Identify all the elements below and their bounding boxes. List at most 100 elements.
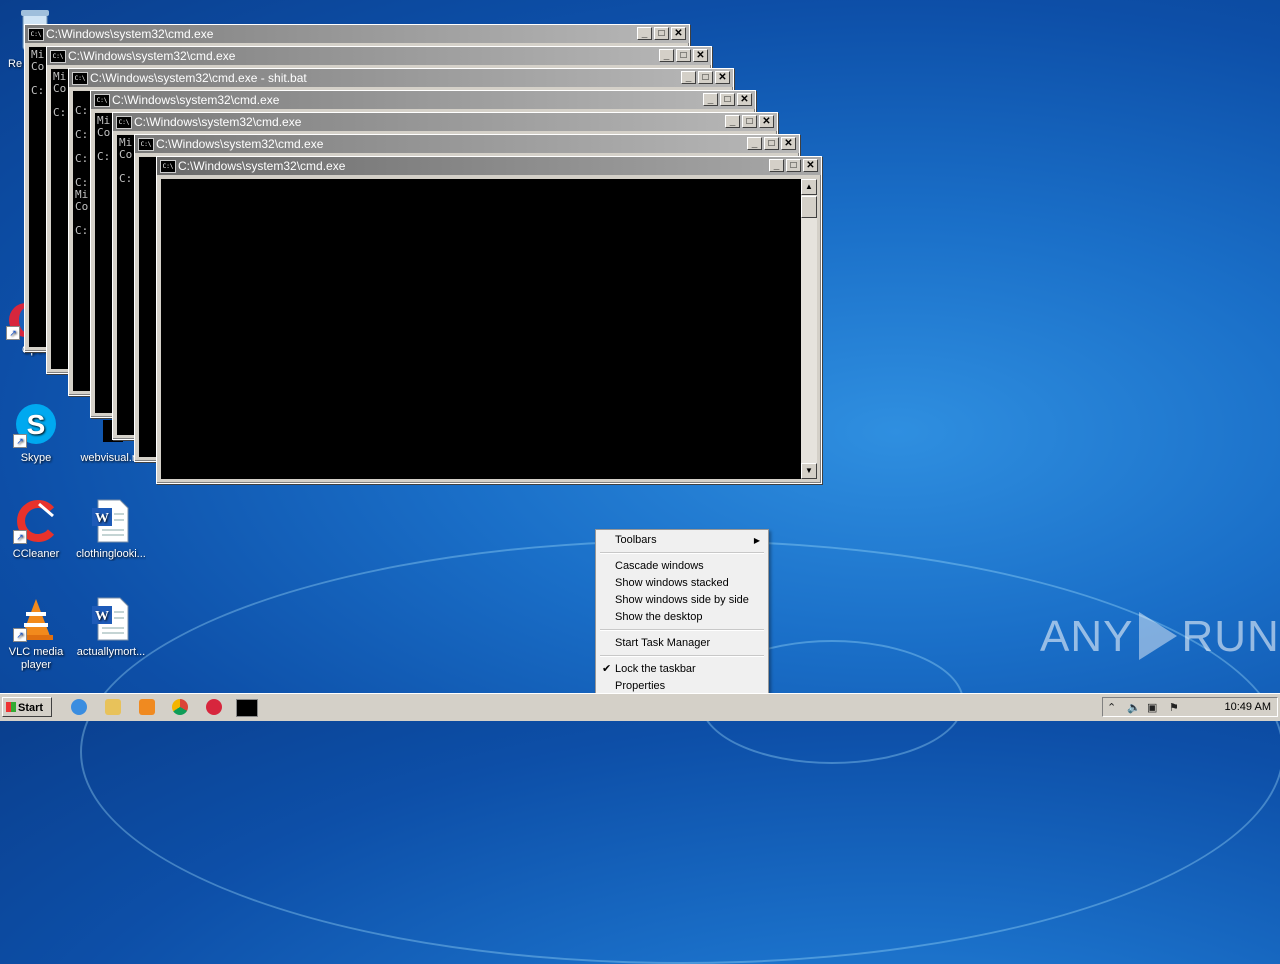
maximize-button[interactable]: □ (720, 93, 735, 106)
cmd-taskbar-icon[interactable] (236, 699, 258, 717)
vlc-icon: ↗ (13, 596, 59, 642)
window-titlebar[interactable]: C:\ C:\Windows\system32\cmd.exe _ □ ✕ (47, 47, 711, 65)
close-button[interactable]: ✕ (737, 93, 752, 106)
desktop-icon-label: webvisual.r (80, 452, 136, 464)
desktop-icon-label: CCleaner (12, 548, 60, 560)
window-title: C:\Windows\system32\cmd.exe (178, 159, 346, 173)
cmd-icon: C:\ (94, 94, 110, 107)
menu-item-start-task-manager[interactable]: Start Task Manager (598, 635, 766, 652)
menu-item-show-windows-side-by-side[interactable]: Show windows side by side (598, 592, 766, 609)
maximize-button[interactable]: □ (654, 27, 669, 40)
volume-icon[interactable]: 🔈 (1127, 701, 1141, 714)
close-button[interactable]: ✕ (671, 27, 686, 40)
menu-item-show-the-desktop[interactable]: Show the desktop (598, 609, 766, 626)
window-title: C:\Windows\system32\cmd.exe (112, 93, 280, 107)
desktop-icon-label: clothinglooki... (76, 548, 146, 560)
system-tray: ⌃ 🔈 ▣ ⚑ 10:49 AM (1102, 697, 1278, 717)
window-titlebar[interactable]: C:\ C:\Windows\system32\cmd.exe _ □ ✕ (113, 113, 777, 131)
play-logo-icon (1139, 612, 1178, 661)
shortcut-arrow-icon: ↗ (13, 530, 27, 544)
skype-icon: S ↗ (13, 402, 59, 448)
close-button[interactable]: ✕ (781, 137, 796, 150)
close-button[interactable]: ✕ (803, 159, 818, 172)
ccleaner-icon: ↗ (13, 498, 59, 544)
start-label: Start (18, 702, 44, 714)
desktop-icon-actually-doc[interactable]: W actuallymort... (76, 596, 146, 659)
window-titlebar[interactable]: C:\ C:\Windows\system32\cmd.exe _ □ ✕ (25, 25, 689, 43)
menu-item-show-windows-stacked[interactable]: Show windows stacked (598, 575, 766, 592)
shortcut-arrow-icon: ↗ (13, 434, 27, 448)
maximize-button[interactable]: □ (764, 137, 779, 150)
menu-item-label: Lock the taskbar (615, 663, 696, 675)
checkmark-icon: ✔ (602, 663, 612, 675)
taskbar[interactable]: Start ⌃ 🔈 ▣ ⚑ 10:49 AM (0, 693, 1280, 721)
scroll-down-button[interactable]: ▼ (801, 463, 817, 479)
maximize-button[interactable]: □ (786, 159, 801, 172)
desktop-icon-label: VLC media player (8, 646, 64, 671)
console-output[interactable] (161, 179, 801, 479)
close-button[interactable]: ✕ (759, 115, 774, 128)
menu-item-label: Start Task Manager (615, 637, 711, 649)
minimize-button[interactable]: _ (703, 93, 718, 106)
menu-separator (600, 629, 764, 631)
maximize-button[interactable]: □ (698, 71, 713, 84)
desktop-icon-vlc[interactable]: ↗ VLC media player (1, 596, 71, 672)
maximize-button[interactable]: □ (676, 49, 691, 62)
minimize-button[interactable]: _ (637, 27, 652, 40)
start-button[interactable]: Start (2, 697, 52, 717)
desktop-icon-ccleaner[interactable]: ↗ CCleaner (1, 498, 71, 561)
folder-icon[interactable] (105, 699, 121, 715)
cmd-icon: C:\ (160, 160, 176, 173)
window-titlebar[interactable]: C:\ C:\Windows\system32\cmd.exe _ □ ✕ (135, 135, 799, 153)
minimize-button[interactable]: _ (747, 137, 762, 150)
desktop-icon-label: Skype (20, 452, 52, 464)
close-button[interactable]: ✕ (715, 71, 730, 84)
menu-item-label: Show windows stacked (615, 577, 729, 589)
close-button[interactable]: ✕ (693, 49, 708, 62)
menu-item-toolbars[interactable]: Toolbars ▶ (598, 532, 766, 549)
network-icon[interactable]: ▣ (1147, 701, 1157, 714)
window-titlebar[interactable]: C:\ C:\Windows\system32\cmd.exe _ □ ✕ (91, 91, 755, 109)
desktop-icon-label: actuallymort... (76, 646, 146, 658)
cmd-icon: C:\ (28, 28, 44, 41)
window-title: C:\Windows\system32\cmd.exe (156, 137, 324, 151)
menu-item-cascade-windows[interactable]: Cascade windows (598, 558, 766, 575)
taskbar-context-menu: Toolbars ▶ Cascade windows Show windows … (595, 529, 769, 698)
submenu-arrow-icon: ▶ (753, 536, 760, 545)
minimize-button[interactable]: _ (659, 49, 674, 62)
chrome-icon[interactable] (172, 699, 188, 715)
clock[interactable]: 10:49 AM (1225, 701, 1271, 713)
menu-separator (600, 655, 764, 657)
minimize-button[interactable]: _ (681, 71, 696, 84)
window-title: C:\Windows\system32\cmd.exe (46, 27, 214, 41)
cmd-icon: C:\ (138, 138, 154, 151)
window-titlebar[interactable]: C:\ C:\Windows\system32\cmd.exe - shit.b… (69, 69, 733, 87)
window-title: C:\Windows\system32\cmd.exe - shit.bat (90, 71, 307, 85)
tray-expand-icon[interactable]: ⌃ (1107, 701, 1116, 714)
menu-item-label: Show the desktop (615, 611, 703, 623)
vertical-scrollbar[interactable]: ▲ ▼ (801, 179, 817, 479)
minimize-button[interactable]: _ (725, 115, 740, 128)
window-title: C:\Windows\system32\cmd.exe (68, 49, 236, 63)
opera-taskbar-icon[interactable] (206, 699, 222, 715)
window-titlebar[interactable]: C:\ C:\Windows\system32\cmd.exe _ □ ✕ (157, 157, 821, 175)
internet-explorer-icon[interactable] (71, 699, 87, 715)
media-player-icon[interactable] (139, 699, 155, 715)
minimize-button[interactable]: _ (769, 159, 784, 172)
desktop-icon-clothing-doc[interactable]: W clothinglooki... (76, 498, 146, 561)
menu-item-lock-the-taskbar[interactable]: ✔ Lock the taskbar (598, 661, 766, 678)
cmd-window-7[interactable]: C:\ C:\Windows\system32\cmd.exe _ □ ✕ ▲ … (156, 156, 822, 484)
scroll-thumb[interactable] (801, 196, 817, 218)
menu-item-label: Show windows side by side (615, 594, 749, 606)
scroll-up-button[interactable]: ▲ (801, 179, 817, 195)
svg-text:W: W (95, 609, 109, 624)
desktop-icon-skype[interactable]: S ↗ Skype (1, 402, 71, 465)
action-center-flag-icon[interactable]: ⚑ (1169, 701, 1179, 714)
maximize-button[interactable]: □ (742, 115, 757, 128)
menu-item-label: Toolbars (615, 534, 657, 546)
watermark-text-left: ANY (1040, 612, 1134, 661)
window-title: C:\Windows\system32\cmd.exe (134, 115, 302, 129)
word-doc-icon: W (88, 596, 134, 642)
menu-item-label: Cascade windows (615, 560, 704, 572)
word-doc-icon: W (88, 498, 134, 544)
